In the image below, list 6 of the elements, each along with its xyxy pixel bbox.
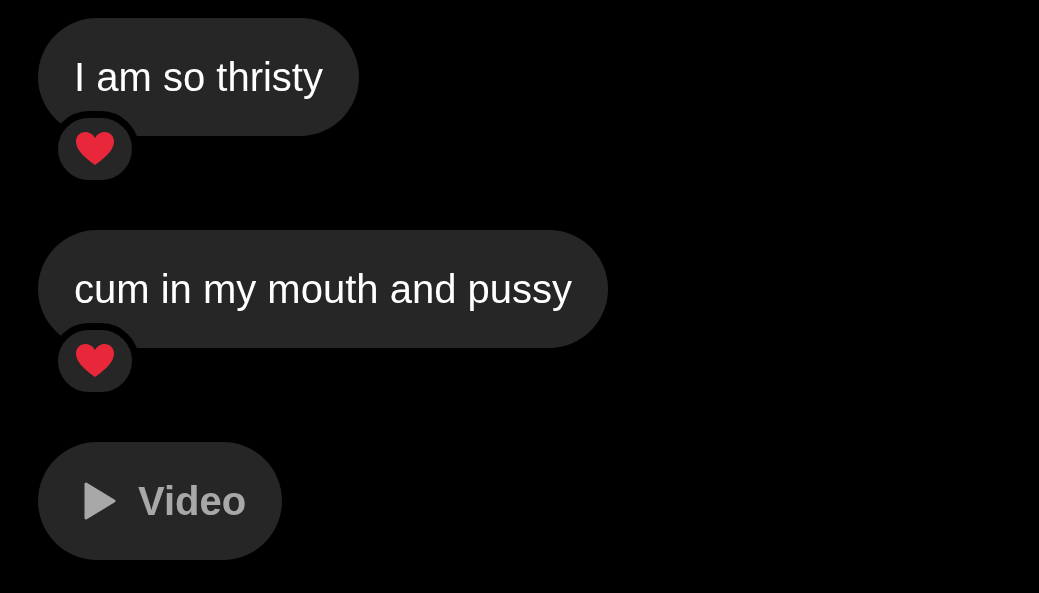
video-message-bubble[interactable]: Video: [38, 442, 283, 560]
heart-icon: [75, 131, 115, 167]
play-icon: [84, 482, 116, 520]
message-bubble: I am so thristy: [38, 18, 359, 136]
heart-icon: [75, 343, 115, 379]
message-bubble: cum in my mouth and pussy: [38, 230, 608, 348]
